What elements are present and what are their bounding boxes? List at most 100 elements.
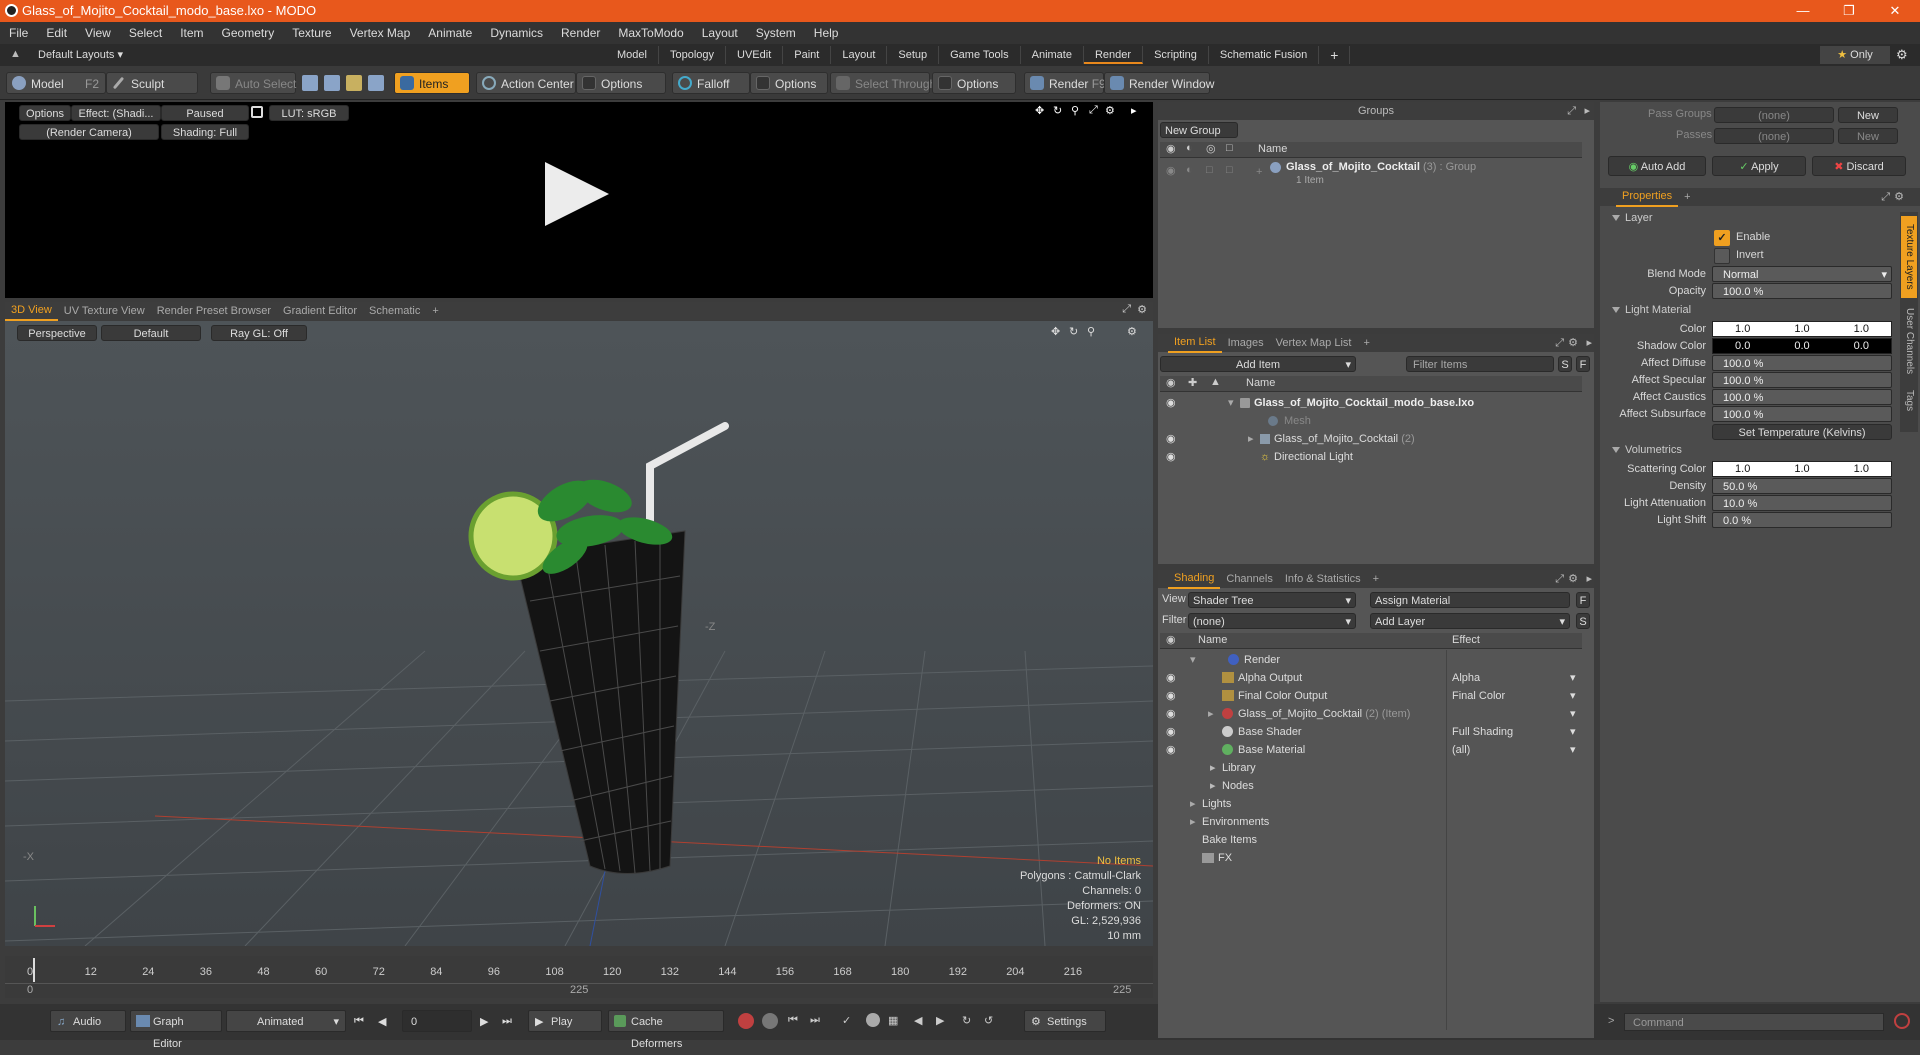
render-toggle-icon[interactable]: □ [1206, 164, 1213, 176]
menu-view[interactable]: View [76, 22, 120, 44]
light-material-section[interactable]: Light Material [1612, 304, 1691, 316]
lut-dropdown[interactable]: LUT: sRGB [269, 105, 349, 121]
tree-row-bake-items[interactable]: Bake Items [1160, 831, 1582, 849]
menu-item[interactable]: Item [171, 22, 212, 44]
eye-icon[interactable]: ◉ [1166, 394, 1176, 412]
eye-icon[interactable]: ◉ [1166, 705, 1176, 723]
tree-row-glass-material[interactable]: ◉ ▸ Glass_of_Mojito_Cocktail (2) (Item) ▾ [1160, 705, 1582, 723]
perspective-dropdown[interactable]: Perspective [17, 325, 97, 341]
list-item[interactable]: ◉ ▾ Glass_of_Mojito_Cocktail_modo_base.l… [1160, 394, 1582, 412]
new-pass-group-button[interactable]: New [1838, 107, 1898, 123]
go-start-icon[interactable]: ⏮ [354, 1015, 364, 1028]
step-back-icon[interactable]: ◀ [378, 1015, 386, 1028]
restore-icon[interactable]: ❐ [1826, 0, 1872, 22]
view-dropdown[interactable]: Shader Tree ▾ [1188, 592, 1356, 608]
tab-images[interactable]: Images [1222, 334, 1270, 352]
list-item[interactable]: ◉ ☼ Directional Light [1160, 448, 1582, 466]
tab-paint[interactable]: Paint [783, 46, 832, 64]
tab-3d-view[interactable]: 3D View [5, 301, 58, 321]
tree-row-fx[interactable]: FX [1160, 849, 1582, 867]
menu-texture[interactable]: Texture [283, 22, 340, 44]
close-icon[interactable]: ✕ [1872, 0, 1918, 22]
move-icon[interactable]: ✥ [1035, 104, 1044, 117]
default-layouts-dropdown[interactable]: Default Layouts ▾ [38, 48, 123, 61]
tree-row-lights[interactable]: ▸ Lights [1160, 795, 1582, 813]
eye-icon[interactable]: ◉ [1166, 448, 1176, 466]
f-button[interactable]: F [1576, 356, 1590, 372]
volumetrics-section[interactable]: Volumetrics [1612, 444, 1682, 456]
settings-button[interactable]: ⚙ Settings [1024, 1010, 1106, 1032]
light-shift-field[interactable]: 0.0 % [1712, 512, 1892, 528]
sculpt-button[interactable]: Sculpt [106, 72, 198, 94]
tab-uv-texture-view[interactable]: UV Texture View [58, 302, 151, 320]
expand-plus-icon[interactable]: + [1256, 166, 1262, 178]
tab-animate[interactable]: Animate [1021, 46, 1084, 64]
tab-layout[interactable]: Layout [831, 46, 888, 64]
f-button[interactable]: F [1576, 592, 1590, 608]
expand-icon[interactable]: ⤢ [1567, 102, 1576, 120]
tab-render-preset-browser[interactable]: Render Preset Browser [151, 302, 277, 320]
render-camera-dropdown[interactable]: (Render Camera) [19, 124, 159, 140]
list-item[interactable]: Mesh [1160, 412, 1582, 430]
shadow-color-b[interactable]: 0.0 [1854, 338, 1869, 354]
gear-icon[interactable]: ⚙ [1568, 334, 1578, 352]
expand-icon[interactable]: ⤢ [1555, 570, 1564, 588]
action-center-button[interactable]: Action Center [476, 72, 576, 94]
scattering-g[interactable]: 1.0 [1794, 461, 1809, 477]
filter-items-input[interactable]: Filter Items [1406, 356, 1554, 372]
color-r[interactable]: 1.0 [1735, 321, 1750, 337]
s-button[interactable]: S [1576, 613, 1590, 629]
record-icon[interactable] [738, 1013, 754, 1029]
lock-icon[interactable] [251, 106, 263, 118]
vertices-mode-icon[interactable] [302, 75, 318, 91]
prev-key-icon[interactable]: ⏮ [788, 1014, 798, 1027]
play-icon[interactable] [545, 162, 609, 226]
options-button-1[interactable]: Options [576, 72, 666, 94]
apply-button[interactable]: ✓ Apply [1712, 156, 1806, 176]
density-field[interactable]: 50.0 % [1712, 478, 1892, 494]
gear-icon[interactable]: ⚙ [1105, 104, 1115, 117]
add-tab-icon[interactable]: + [1319, 46, 1351, 64]
shadow-color-g[interactable]: 0.0 [1794, 338, 1809, 354]
tab-render[interactable]: Render [1083, 46, 1144, 64]
falloff-button[interactable]: Falloff [672, 72, 750, 94]
tab-info-statistics[interactable]: Info & Statistics [1279, 570, 1367, 588]
menu-maxtomodo[interactable]: MaxToModo [609, 22, 692, 44]
eye-icon[interactable]: ◉ [1166, 741, 1176, 759]
frame-input[interactable]: 0 [402, 1010, 472, 1032]
dropdown-arrow-icon[interactable]: ▾ [1570, 669, 1576, 687]
affect-specular-field[interactable]: 100.0 % [1712, 372, 1892, 388]
expand-icon[interactable]: ▸ [1190, 795, 1196, 813]
tree-row-base-material[interactable]: ◉ Base Material (all) ▾ [1160, 741, 1582, 759]
tab-model[interactable]: Model [606, 46, 659, 64]
key-prev-icon[interactable]: ◀ [914, 1014, 922, 1027]
discard-button[interactable]: ✖ Discard [1812, 156, 1906, 176]
scattering-b[interactable]: 1.0 [1854, 461, 1869, 477]
base-material-effect[interactable]: (all) [1452, 741, 1470, 759]
base-shader-effect[interactable]: Full Shading [1452, 723, 1513, 741]
animated-dropdown[interactable]: Animated ▾ [226, 1010, 346, 1032]
tab-vertex-map-list[interactable]: Vertex Map List [1270, 334, 1358, 352]
assign-material-button[interactable]: Assign Material [1370, 592, 1570, 608]
zoom-icon[interactable]: ⚲ [1071, 104, 1079, 117]
tab-schematic[interactable]: Schematic [363, 302, 426, 320]
tab-schematic-fusion[interactable]: Schematic Fusion [1209, 46, 1320, 64]
render-window-button[interactable]: Render Window [1104, 72, 1214, 94]
render-preview[interactable]: Options Effect: (Shadi... Paused LUT: sR… [5, 102, 1153, 298]
tab-texture-layers[interactable]: Texture Layers [1901, 216, 1917, 298]
group-row[interactable]: ◉ ◐ □ □ + Glass_of_Mojito_Cocktail (3) :… [1160, 160, 1582, 190]
eye-icon[interactable]: ◉ [1166, 164, 1176, 177]
tab-shading[interactable]: Shading [1168, 569, 1221, 589]
eye-icon[interactable]: ◉ [1166, 669, 1176, 687]
tree-row-library[interactable]: ▸ Library [1160, 759, 1582, 777]
enable-checkbox[interactable]: ✓ [1714, 230, 1730, 246]
add-layer-dropdown[interactable]: Add Layer ▾ [1370, 613, 1570, 629]
shading-dropdown[interactable]: Shading: Full [161, 124, 249, 140]
cache-deformers-button[interactable]: Cache Deformers [608, 1010, 724, 1050]
opacity-field[interactable]: 100.0 % [1712, 283, 1892, 299]
paused-button[interactable]: Paused [161, 105, 249, 121]
menu-dynamics[interactable]: Dynamics [481, 22, 552, 44]
tree-row-nodes[interactable]: ▸ Nodes [1160, 777, 1582, 795]
move-icon[interactable]: ✥ [1051, 325, 1060, 338]
arrow-right-icon[interactable]: ▸ [1131, 104, 1137, 117]
